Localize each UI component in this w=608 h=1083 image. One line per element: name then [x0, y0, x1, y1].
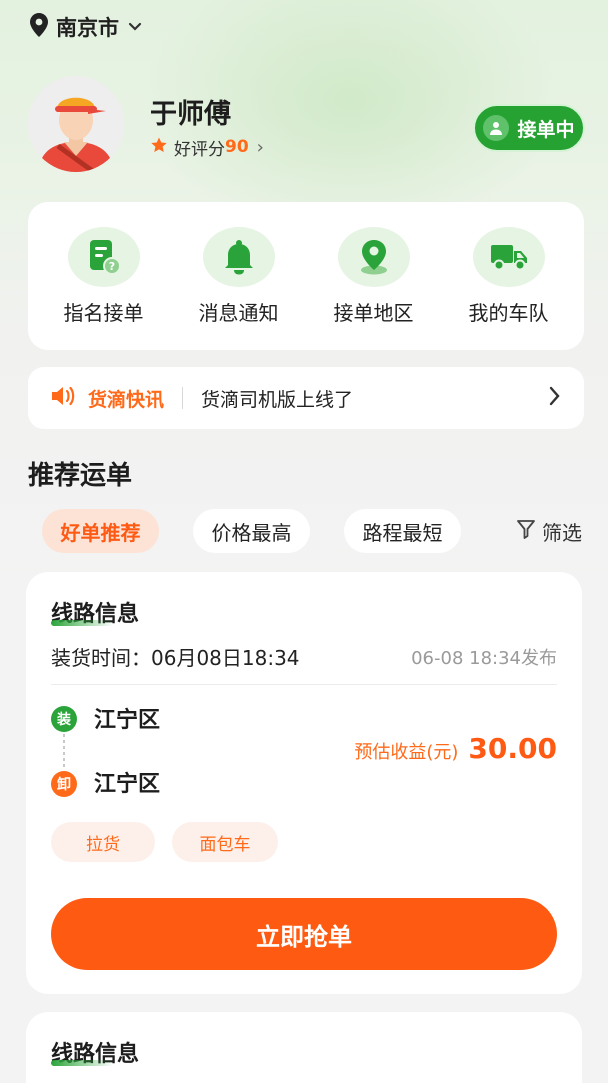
filter-label: 筛选: [542, 520, 582, 545]
funnel-icon: [516, 518, 536, 545]
rating-label: 好评分: [174, 139, 225, 160]
news-divider: [182, 387, 184, 409]
rating-value: 90: [225, 137, 249, 157]
rating-link[interactable]: 好评分 90 ›: [150, 134, 264, 160]
publish-time: 06-08 18:34发布: [411, 648, 557, 669]
speaker-icon: [50, 385, 76, 411]
load-time-value: 06月08日18:34: [151, 646, 300, 670]
news-tag: 货滴快讯: [88, 388, 165, 411]
star-icon: [150, 136, 168, 159]
status-label: 接单中: [517, 118, 575, 141]
location-pin-icon: [337, 226, 410, 287]
bell-icon: [202, 226, 275, 287]
vehicle-tag: 面包车: [172, 822, 278, 862]
chevron-down-icon: [127, 18, 143, 37]
divider: [51, 684, 557, 685]
load-time-label: 装货时间：: [51, 646, 151, 670]
quick-action-label: 指名接单: [63, 300, 144, 325]
accepting-orders-toggle[interactable]: 接单中: [473, 104, 585, 152]
title-underline: [51, 620, 113, 626]
load-place: 江宁区: [94, 708, 161, 733]
driver-name: 于师傅: [150, 99, 231, 130]
unload-badge: 卸: [51, 771, 77, 797]
quick-action-label: 我的车队: [468, 300, 549, 325]
load-time: 装货时间：06月08日18:34: [51, 642, 300, 671]
quick-action-service-area[interactable]: 接单地区: [314, 226, 434, 326]
news-ticker[interactable]: 货滴快讯 货滴司机版上线了: [28, 367, 584, 429]
estimated-earnings: 预估收益(元) 30.00: [354, 732, 557, 765]
city-name: 南京市: [56, 16, 119, 40]
filter-button[interactable]: 筛选: [516, 509, 582, 553]
news-message: 货滴司机版上线了: [201, 388, 354, 411]
chevron-right-icon: ›: [256, 136, 264, 158]
quick-action-notifications[interactable]: 消息通知: [179, 226, 299, 326]
order-card[interactable]: 线路信息: [26, 1012, 582, 1083]
chevron-right-icon: [548, 385, 562, 411]
cargo-tag: 拉货: [51, 822, 155, 862]
filter-chip-highest-price[interactable]: 价格最高: [193, 509, 310, 553]
filter-chip-recommended[interactable]: 好单推荐: [42, 509, 159, 553]
earnings-value: 30.00: [468, 732, 557, 765]
driver-icon: [483, 115, 510, 141]
quick-actions-card: ? 指名接单 消息通知 接单地区 我的车队: [28, 202, 584, 350]
quick-action-named-orders[interactable]: ? 指名接单: [44, 226, 164, 326]
quick-action-label: 接单地区: [333, 300, 414, 325]
city-selector[interactable]: 南京市: [30, 12, 143, 42]
avatar[interactable]: [28, 76, 124, 172]
quick-action-label: 消息通知: [198, 300, 279, 325]
section-title: 推荐运单: [28, 461, 133, 491]
order-card[interactable]: 线路信息 装货时间：06月08日18:34 06-08 18:34发布 装 卸 …: [26, 572, 582, 994]
map-pin-icon: [30, 13, 48, 41]
grab-order-button[interactable]: 立即抢单: [51, 898, 557, 970]
order-request-icon: ?: [67, 226, 140, 287]
title-underline: [51, 1060, 113, 1066]
filter-chip-shortest-distance[interactable]: 路程最短: [344, 509, 461, 553]
truck-icon: [472, 226, 545, 287]
route-connector: [63, 734, 65, 768]
unload-place: 江宁区: [94, 772, 161, 797]
sort-filter-bar: 好单推荐 价格最高 路程最短 筛选: [42, 509, 582, 553]
load-badge: 装: [51, 706, 77, 732]
svg-text:?: ?: [108, 260, 114, 273]
quick-action-my-fleet[interactable]: 我的车队: [449, 226, 569, 326]
earnings-label: 预估收益(元): [354, 742, 459, 763]
